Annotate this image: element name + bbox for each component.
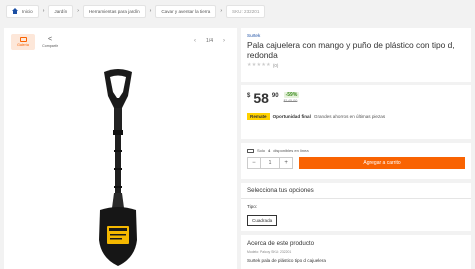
price-discount-group: -59% $145.00 — [283, 92, 300, 103]
deal-text: Grandes ahorros en últimas piezas — [313, 114, 386, 119]
options-box: Selecciona tus opciones Tipo: Cuadrada — [241, 183, 471, 231]
brand-link[interactable]: Surtek — [247, 33, 465, 38]
price-integer: 58 — [253, 90, 269, 106]
discount-badge: -59% — [283, 92, 300, 98]
home-icon — [12, 8, 18, 14]
tab-share-label: Compartir — [42, 43, 58, 48]
quantity-decrease-button[interactable]: − — [248, 158, 260, 168]
pager-count: 1/4 — [206, 38, 213, 44]
stock-prefix: Solo — [257, 148, 266, 153]
product-page: Inicio › Jardín › Herramientas para jard… — [0, 0, 475, 269]
review-count: (0) — [272, 62, 279, 68]
breadcrumb: Inicio › Jardín › Herramientas para jard… — [0, 0, 475, 22]
price: $ 58 90 -59% $145.00 — [247, 91, 465, 105]
media-gallery: Galería < Compartir ‹ 1/4 › — [4, 28, 237, 269]
breadcrumb-item[interactable]: Herramientas para jardín — [82, 4, 146, 18]
stock-info: Solo 4 disponibles en línea — [247, 148, 465, 153]
add-to-cart-box: Solo 4 disponibles en línea − 1 + Agrega… — [241, 143, 471, 179]
type-label: Tipo: — [247, 204, 258, 209]
chevron-right-icon: › — [42, 8, 45, 14]
about-box: Acerca de este producto Modelo: Palcoy S… — [241, 235, 471, 269]
deal-badge: Remate — [247, 113, 270, 120]
breadcrumb-home[interactable]: Inicio — [6, 4, 39, 18]
option-cuadrada[interactable]: Cuadrada — [247, 215, 278, 226]
breadcrumb-sku-label: SKU: 232201 — [232, 8, 260, 14]
breadcrumb-item-label: Herramientas para jardín — [88, 8, 140, 14]
tab-gallery[interactable]: Galería — [11, 34, 35, 50]
deal-title: Oportunidad final — [272, 114, 311, 119]
product-header: Surtek Pala cajuelera con mango y puño d… — [241, 28, 471, 82]
chevron-right-icon[interactable]: › — [223, 38, 225, 44]
stock-suffix: disponibles en línea — [273, 148, 309, 153]
add-to-cart-button[interactable]: Agregar a carrito — [299, 157, 465, 169]
tab-share[interactable]: < Compartir — [38, 34, 62, 50]
truck-icon — [247, 148, 254, 153]
breadcrumb-item[interactable]: Cavar y aventar la tierra — [155, 4, 217, 18]
quantity-input[interactable]: 1 — [259, 158, 281, 168]
model-sku: Modelo: Palcoy SKU: 232201 — [247, 250, 292, 254]
product-image[interactable] — [88, 68, 148, 268]
tab-gallery-label: Galería — [17, 43, 29, 47]
chevron-right-icon: › — [149, 8, 152, 14]
image-pager: ‹ 1/4 › — [194, 38, 225, 44]
product-title: Pala cajuelera con mango y puño de plást… — [247, 40, 455, 60]
deal-banner: Remate Oportunidad final Grandes ahorros… — [247, 113, 465, 120]
price-box: $ 58 90 -59% $145.00 Remate Oportunidad … — [241, 85, 471, 139]
shovel-image — [99, 69, 137, 266]
breadcrumb-item-label: Cavar y aventar la tierra — [161, 8, 211, 14]
breadcrumb-item[interactable]: Jardín — [48, 4, 74, 18]
breadcrumb-item-label: Jardín — [54, 8, 68, 14]
price-decimals: 90 — [271, 93, 279, 99]
chevron-right-icon: › — [220, 8, 223, 14]
divider — [241, 198, 471, 199]
about-title: Acerca de este producto — [247, 240, 315, 247]
breadcrumb-sku: SKU: 232201 — [226, 4, 266, 18]
quantity-stepper: − 1 + — [247, 157, 293, 169]
chevron-right-icon: › — [77, 8, 79, 14]
media-tabs: Galería < Compartir — [11, 34, 62, 50]
breadcrumb-home-label: Inicio — [22, 8, 33, 14]
options-title: Selecciona tus opciones — [247, 187, 314, 194]
star-rating-icon: ★★★★★ — [247, 62, 271, 68]
share-icon: < — [47, 35, 53, 43]
price-currency: $ — [247, 93, 251, 99]
quantity-increase-button[interactable]: + — [280, 158, 292, 168]
rating[interactable]: ★★★★★ (0) — [247, 62, 465, 68]
cart-row: − 1 + Agregar a carrito — [247, 157, 465, 169]
chevron-left-icon[interactable]: ‹ — [194, 38, 196, 44]
gallery-icon — [19, 37, 27, 42]
about-description: Surtek pala de plástico tipo d cajuelera — [247, 258, 326, 263]
stock-count: 4 — [268, 148, 271, 153]
original-price: $145.00 — [283, 99, 298, 103]
